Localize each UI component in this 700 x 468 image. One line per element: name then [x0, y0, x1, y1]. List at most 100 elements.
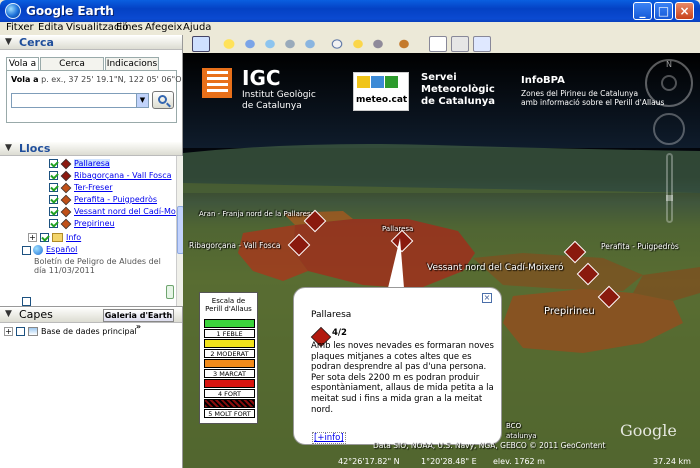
expand-icon[interactable]: + [28, 233, 37, 242]
clock-icon[interactable] [328, 36, 346, 52]
checkbox[interactable] [49, 207, 58, 216]
menu-add[interactable]: Afegeix [145, 22, 182, 33]
search-input[interactable]: ▼ [11, 93, 149, 108]
move-joystick-icon[interactable] [653, 113, 685, 145]
collapse-arrow-icon[interactable]: ▼ [5, 309, 12, 319]
avalanche-warning-icon [60, 182, 72, 194]
search-button[interactable] [152, 91, 174, 109]
place-link[interactable]: Prepirineu [74, 219, 115, 228]
place-link[interactable]: Ter-Freser [74, 183, 113, 192]
collapse-arrow-icon[interactable]: ▼ [5, 143, 12, 153]
list-item[interactable]: Vessant nord del Cadí-Moixeró [0, 206, 176, 218]
checkbox[interactable] [49, 219, 58, 228]
menu-edit[interactable]: Edita [38, 22, 64, 33]
place-link[interactable]: Ribagorçana - Vall Fosca [74, 171, 172, 180]
list-item[interactable]: Ribagorçana - Vall Fosca [0, 170, 176, 182]
zoom-thumb[interactable] [666, 195, 673, 201]
status-bar: 42°26'17.82" N 1°20'28.48" E elev. 1762 … [183, 457, 700, 468]
checkbox[interactable] [22, 297, 31, 306]
menu-tools[interactable]: Eines [116, 22, 143, 33]
panel-toggle-icon[interactable] [166, 285, 174, 299]
checkbox[interactable] [22, 246, 31, 255]
tab-directions[interactable]: Indicacions [105, 57, 159, 71]
legend-label-5: 5 MOLT FORT [204, 409, 255, 418]
checkbox[interactable] [49, 159, 58, 168]
place-link[interactable]: Perafita - Puigpedròs [74, 195, 157, 204]
dropdown-arrow-icon[interactable]: ▼ [136, 94, 148, 107]
list-item[interactable]: Prepirineu [0, 218, 176, 230]
place-link[interactable]: Vessant nord del Cadí-Moixeró [74, 207, 176, 216]
checkbox[interactable] [16, 327, 25, 336]
maximize-button[interactable]: □ [654, 2, 673, 20]
search-section-header[interactable]: ▼ Cerca [0, 35, 182, 50]
layers-header-label: Capes [19, 308, 53, 321]
places-section-header[interactable]: ▼ Llocs [0, 141, 182, 156]
tour-icon[interactable] [301, 36, 319, 52]
window-title: Google Earth [26, 4, 114, 18]
avalanche-warning-icon [60, 194, 72, 206]
title-bar[interactable]: Google Earth _ □ × [0, 0, 700, 22]
espanol-description-line-2: día 11/03/2011 [34, 266, 95, 275]
infobpa-line-2: amb informació sobre el Perill d'Allaus [521, 98, 665, 107]
avalanche-warning-icon [60, 158, 72, 170]
list-item[interactable]: + Info [0, 233, 176, 245]
map-label-perafita[interactable]: Perafita - Puigpedròs [601, 242, 679, 251]
list-item[interactable]: Ter-Freser [0, 182, 176, 194]
tab-business-search[interactable]: Cerca negocis [40, 57, 104, 81]
layers-section-header[interactable]: ▼ Capes Galeria d'Earth » [0, 307, 182, 331]
checkbox[interactable] [49, 195, 58, 204]
list-item[interactable]: Pallaresa [0, 158, 176, 170]
igc-title: IGC [242, 66, 281, 90]
toolbar [183, 35, 700, 53]
espanol-link[interactable]: Español [46, 245, 77, 254]
zoom-slider[interactable] [666, 153, 673, 223]
sun-icon[interactable] [349, 36, 367, 52]
menu-file[interactable]: Fitxer [6, 22, 34, 33]
print-icon[interactable] [451, 36, 469, 52]
expand-icon[interactable]: + [4, 327, 13, 336]
navigation-compass[interactable]: N [645, 59, 693, 107]
look-joystick-icon[interactable] [661, 75, 677, 91]
info-balloon: × Pallaresa 4/2 Amb les noves nevades es… [293, 287, 502, 445]
planets-icon[interactable] [369, 36, 387, 52]
image-overlay-icon[interactable] [281, 36, 299, 52]
menu-help[interactable]: Ajuda [183, 22, 211, 33]
path-icon[interactable] [261, 36, 279, 52]
balloon-text: Amb les noves nevades es formaran noves … [311, 341, 494, 415]
map-label-catalunya: atalunya [506, 432, 537, 440]
place-link[interactable]: Pallaresa [74, 159, 110, 168]
legend-swatch-5 [204, 399, 255, 408]
places-scrollbar[interactable] [176, 156, 184, 306]
danger-level: 4/2 [332, 328, 347, 338]
map-label-pallaresa[interactable]: Pallaresa [382, 225, 413, 233]
map-label-aran[interactable]: Aran - Franja nord de la Pallaresa [199, 210, 315, 218]
earth-gallery-button[interactable]: Galeria d'Earth » [103, 309, 174, 331]
google-maps-icon[interactable] [473, 36, 491, 52]
legend-swatch-3 [204, 359, 255, 368]
more-info-link[interactable]: [+info] [312, 432, 346, 444]
ruler-icon[interactable] [395, 36, 413, 52]
list-item[interactable]: Español Boletín de Peligro de Aludes del… [0, 245, 176, 279]
close-button[interactable]: × [675, 2, 694, 20]
layer-label: Base de dades principal [41, 327, 137, 336]
checkbox[interactable] [40, 233, 49, 242]
close-icon[interactable]: × [482, 293, 492, 303]
checkbox[interactable] [49, 171, 58, 180]
globe-icon [33, 245, 43, 255]
earth-view[interactable]: IGC Institut Geològic de Catalunya meteo… [183, 53, 700, 468]
polygon-icon[interactable] [241, 36, 259, 52]
checkbox[interactable] [49, 183, 58, 192]
map-label-prepirineu[interactable]: Prepirineu [544, 306, 595, 317]
menu-bar: Fitxer Edita Visualització Eines Afegeix… [0, 22, 700, 35]
list-item[interactable]: Perafita - Puigpedròs [0, 194, 176, 206]
sidebar-toggle-icon[interactable] [192, 36, 210, 52]
info-link[interactable]: Info [66, 233, 81, 242]
email-icon[interactable] [429, 36, 447, 52]
map-label-ribagorcana[interactable]: Ribagorçana - Vall Fosca [189, 241, 280, 250]
placemark-icon[interactable] [220, 36, 238, 52]
minimize-button[interactable]: _ [633, 2, 652, 20]
layers-icon [28, 327, 38, 336]
list-item[interactable]: + Base de dades principal [0, 326, 183, 338]
map-label-vessant[interactable]: Vessant nord del Cadí-Moixeró [427, 263, 564, 273]
collapse-arrow-icon[interactable]: ▼ [5, 37, 12, 47]
